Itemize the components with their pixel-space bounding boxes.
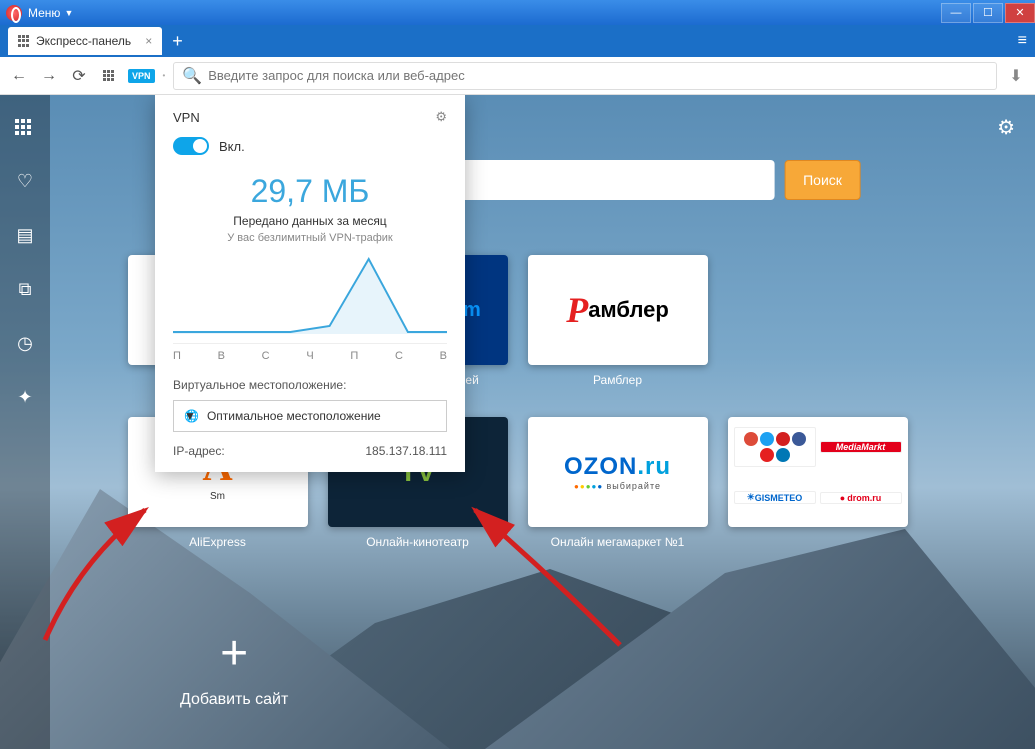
tile-ivi-label: Онлайн-кинотеатр xyxy=(366,535,469,549)
back-button[interactable]: ← xyxy=(8,65,30,87)
vpn-toggle[interactable] xyxy=(173,137,209,155)
search-button[interactable]: Поиск xyxy=(784,160,861,200)
menu-label[interactable]: Меню xyxy=(28,6,60,20)
vpn-badge[interactable]: VPN xyxy=(128,69,155,83)
globe-icon: 🌐 xyxy=(184,409,199,423)
sidebar-news[interactable]: ▤ xyxy=(13,223,37,247)
vpn-location-select[interactable]: 🌐 Оптимальное местоположение ▼ xyxy=(173,400,447,432)
tile-ozon-label: Онлайн мегамаркет №1 xyxy=(551,535,685,549)
rambler-r: Р xyxy=(566,289,588,331)
mini-gismeteo: ☀ GISMETEO xyxy=(734,491,816,504)
tab-speed-dial[interactable]: Экспресс-панель × xyxy=(8,27,162,55)
menu-dropdown-icon[interactable]: ▼ xyxy=(64,8,73,18)
add-site-button[interactable]: + Добавить сайт xyxy=(180,626,288,709)
ozon-ru: .ru xyxy=(637,453,671,480)
vpn-subtitle-2: У вас безлимитный VPN-трафик xyxy=(173,232,447,244)
sidebar-bookmarks[interactable]: ♡ xyxy=(13,169,37,193)
search-icon: 🔍 xyxy=(182,66,202,86)
vpn-popup: VPN ⚙ Вкл. 29,7 МБ Передано данных за ме… xyxy=(155,95,465,472)
address-bar: ← → ⟳ VPN • 🔍 ⬇ xyxy=(0,57,1035,95)
badge-dot-icon: • xyxy=(163,71,166,80)
new-tab-button[interactable]: + xyxy=(172,31,183,52)
tab-close-icon[interactable]: × xyxy=(145,34,152,48)
forward-button[interactable]: → xyxy=(38,65,60,87)
sidebar-speed-dial[interactable] xyxy=(13,115,37,139)
ozon-text: OZON xyxy=(564,453,637,480)
tile-ozon[interactable]: OZON.ru ●●●●● выбирайте xyxy=(528,417,708,527)
vpn-location-value: Оптимальное местоположение xyxy=(207,409,381,423)
tile-folder-label xyxy=(816,535,819,549)
tile-ali-label: AliExpress xyxy=(189,535,246,549)
mini-social-icons xyxy=(734,427,816,467)
start-page-icon[interactable] xyxy=(98,65,120,87)
window-titlebar: Меню ▼ — ☐ ✕ xyxy=(0,0,1035,25)
sidebar-extensions[interactable]: ✦ xyxy=(13,385,37,409)
ozon-dots: ●●●●● выбирайте xyxy=(574,481,661,491)
speed-dial-content: ♡ ▤ ⧉ ◷ ✦ ⚙ Поиск e Booking.com Брониров… xyxy=(0,95,1035,749)
address-input[interactable] xyxy=(208,68,988,83)
tab-menu-icon[interactable]: ≡ xyxy=(1018,32,1027,50)
opera-icon xyxy=(6,5,22,21)
mini-mediamarkt: MediaMarkt xyxy=(820,441,902,453)
tab-title: Экспресс-панель xyxy=(36,34,131,48)
vpn-location-label: Виртуальное местоположение: xyxy=(173,378,447,392)
window-minimize-button[interactable]: — xyxy=(941,3,971,23)
speed-dial-icon xyxy=(18,35,30,47)
vpn-settings-icon[interactable]: ⚙ xyxy=(435,109,447,125)
reload-button[interactable]: ⟳ xyxy=(68,65,90,87)
vpn-ip-label: IP-адрес: xyxy=(173,444,225,458)
vpn-subtitle-1: Передано данных за месяц xyxy=(173,214,447,228)
settings-gear-icon[interactable]: ⚙ xyxy=(997,115,1015,140)
add-site-label: Добавить сайт xyxy=(180,691,288,709)
tile-folder[interactable]: MediaMarkt ☀ GISMETEO drom.ru xyxy=(728,417,908,527)
annotation-arrow-2 xyxy=(450,95,600,110)
sidebar: ♡ ▤ ⧉ ◷ ✦ xyxy=(0,95,50,749)
vpn-chart-days: ПВСЧПСВ xyxy=(173,343,447,362)
address-input-container[interactable]: 🔍 xyxy=(173,62,997,90)
vpn-data-used: 29,7 МБ xyxy=(173,173,447,210)
vpn-usage-chart xyxy=(173,254,447,334)
tab-bar: Экспресс-панель × + ≡ xyxy=(0,25,1035,57)
vpn-title: VPN xyxy=(173,110,200,125)
vpn-on-label: Вкл. xyxy=(219,139,245,154)
downloads-icon[interactable]: ⬇ xyxy=(1005,65,1027,87)
sidebar-history[interactable]: ◷ xyxy=(13,331,37,355)
window-close-button[interactable]: ✕ xyxy=(1005,3,1035,23)
tile-rambler-label: Рамблер xyxy=(593,373,642,387)
tile-rambler[interactable]: Рамблер xyxy=(528,255,708,365)
sidebar-personal-news[interactable]: ⧉ xyxy=(13,277,37,301)
plus-icon: + xyxy=(220,626,248,681)
mini-drom: drom.ru xyxy=(820,492,902,504)
rambler-rest: амблер xyxy=(588,297,669,323)
window-maximize-button[interactable]: ☐ xyxy=(973,3,1003,23)
ali-sm: Sm xyxy=(210,491,225,502)
vpn-ip-value: 185.137.18.111 xyxy=(365,444,447,458)
